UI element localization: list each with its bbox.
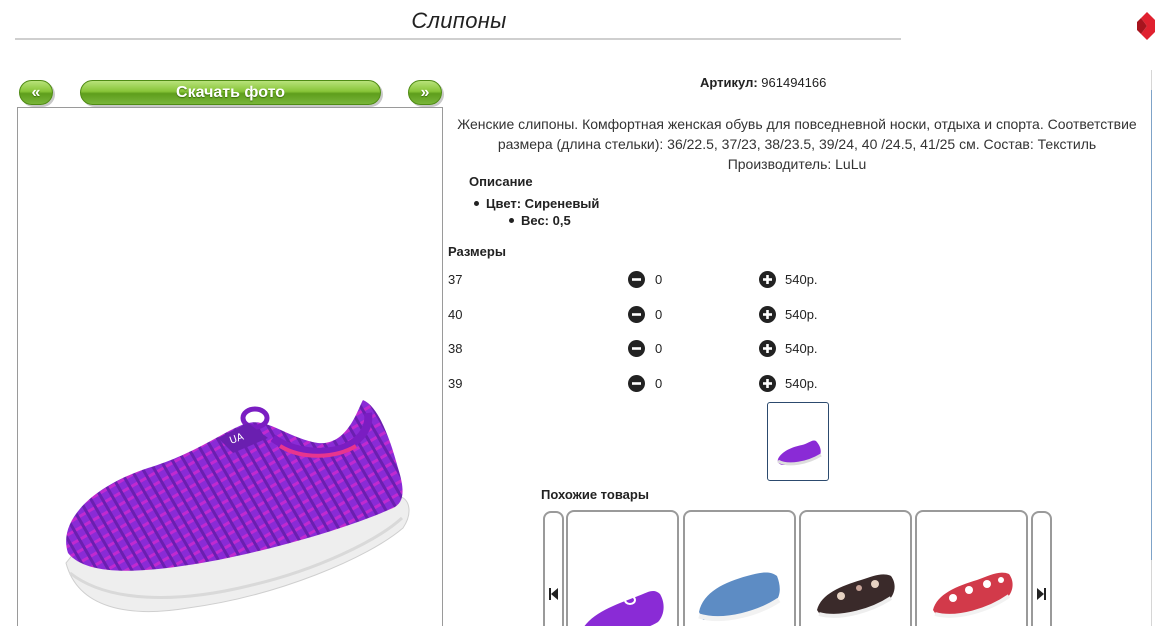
quantity-value: 0: [655, 307, 663, 322]
page-title: Слипоны: [411, 8, 507, 33]
article-label: Артикул:: [700, 75, 758, 90]
minus-icon[interactable]: [628, 340, 645, 357]
similar-shoe-image: [817, 574, 895, 618]
size-label: 40: [448, 307, 463, 322]
property-weight: Вес: 0,5: [509, 213, 571, 228]
product-description: Женские слипоны. Комфортная женская обув…: [457, 116, 1137, 172]
plus-icon[interactable]: [759, 306, 776, 323]
minus-icon[interactable]: [628, 306, 645, 323]
article-line: Артикул: 961494166: [700, 75, 900, 90]
product-photo[interactable]: UA: [17, 107, 443, 626]
download-photo-button[interactable]: Скачать фото: [80, 80, 381, 105]
price-value: 540р.: [785, 341, 818, 356]
size-row: 37 0 540р.: [448, 270, 868, 290]
price-value: 540р.: [785, 376, 818, 391]
similar-item-denim-slipon[interactable]: [683, 510, 796, 626]
quantity-value: 0: [655, 272, 663, 287]
slipon-thumbnail-image: [777, 440, 822, 466]
size-row: 39 0 540р.: [448, 374, 868, 394]
skip-forward-icon: [1037, 588, 1046, 600]
plus-icon[interactable]: [759, 340, 776, 357]
similar-shoe-image: [933, 572, 1013, 618]
description-heading: Описание: [469, 174, 533, 189]
similar-item-purple-slipon[interactable]: [566, 510, 679, 626]
property-color: Цвет: Сиреневый: [474, 196, 599, 211]
sizes-heading: Размеры: [448, 244, 506, 259]
similar-next-button[interactable]: [1031, 511, 1052, 626]
brand-mark-icon: [1137, 12, 1155, 40]
next-photo-button[interactable]: »: [408, 80, 442, 105]
plus-icon[interactable]: [759, 271, 776, 288]
size-label: 39: [448, 376, 463, 391]
size-row: 38 0 540р.: [448, 339, 868, 359]
scrollbar-track[interactable]: [1151, 70, 1155, 626]
prev-photo-button[interactable]: «: [19, 80, 53, 105]
price-value: 540р.: [785, 272, 818, 287]
product-thumbnail[interactable]: [767, 402, 829, 481]
similar-item-floral-dark-slipon[interactable]: [799, 510, 912, 626]
minus-icon[interactable]: [628, 375, 645, 392]
article-value: 961494166: [761, 75, 827, 90]
quantity-value: 0: [655, 376, 663, 391]
similar-item-red-pattern-slipon[interactable]: [915, 510, 1028, 626]
quantity-value: 0: [655, 341, 663, 356]
slipon-shoe-image: UA: [65, 400, 410, 613]
similar-shoe-image: [698, 572, 781, 622]
similar-shoe-image: [584, 590, 664, 626]
size-label: 37: [448, 272, 463, 287]
price-value: 540р.: [785, 307, 818, 322]
skip-back-icon: [549, 588, 558, 600]
size-row: 40 0 540р.: [448, 305, 868, 325]
size-label: 38: [448, 341, 463, 356]
plus-icon[interactable]: [759, 375, 776, 392]
minus-icon[interactable]: [628, 271, 645, 288]
similar-products-heading: Похожие товары: [541, 487, 649, 502]
similar-prev-button[interactable]: [543, 511, 564, 626]
title-divider: [15, 38, 901, 40]
